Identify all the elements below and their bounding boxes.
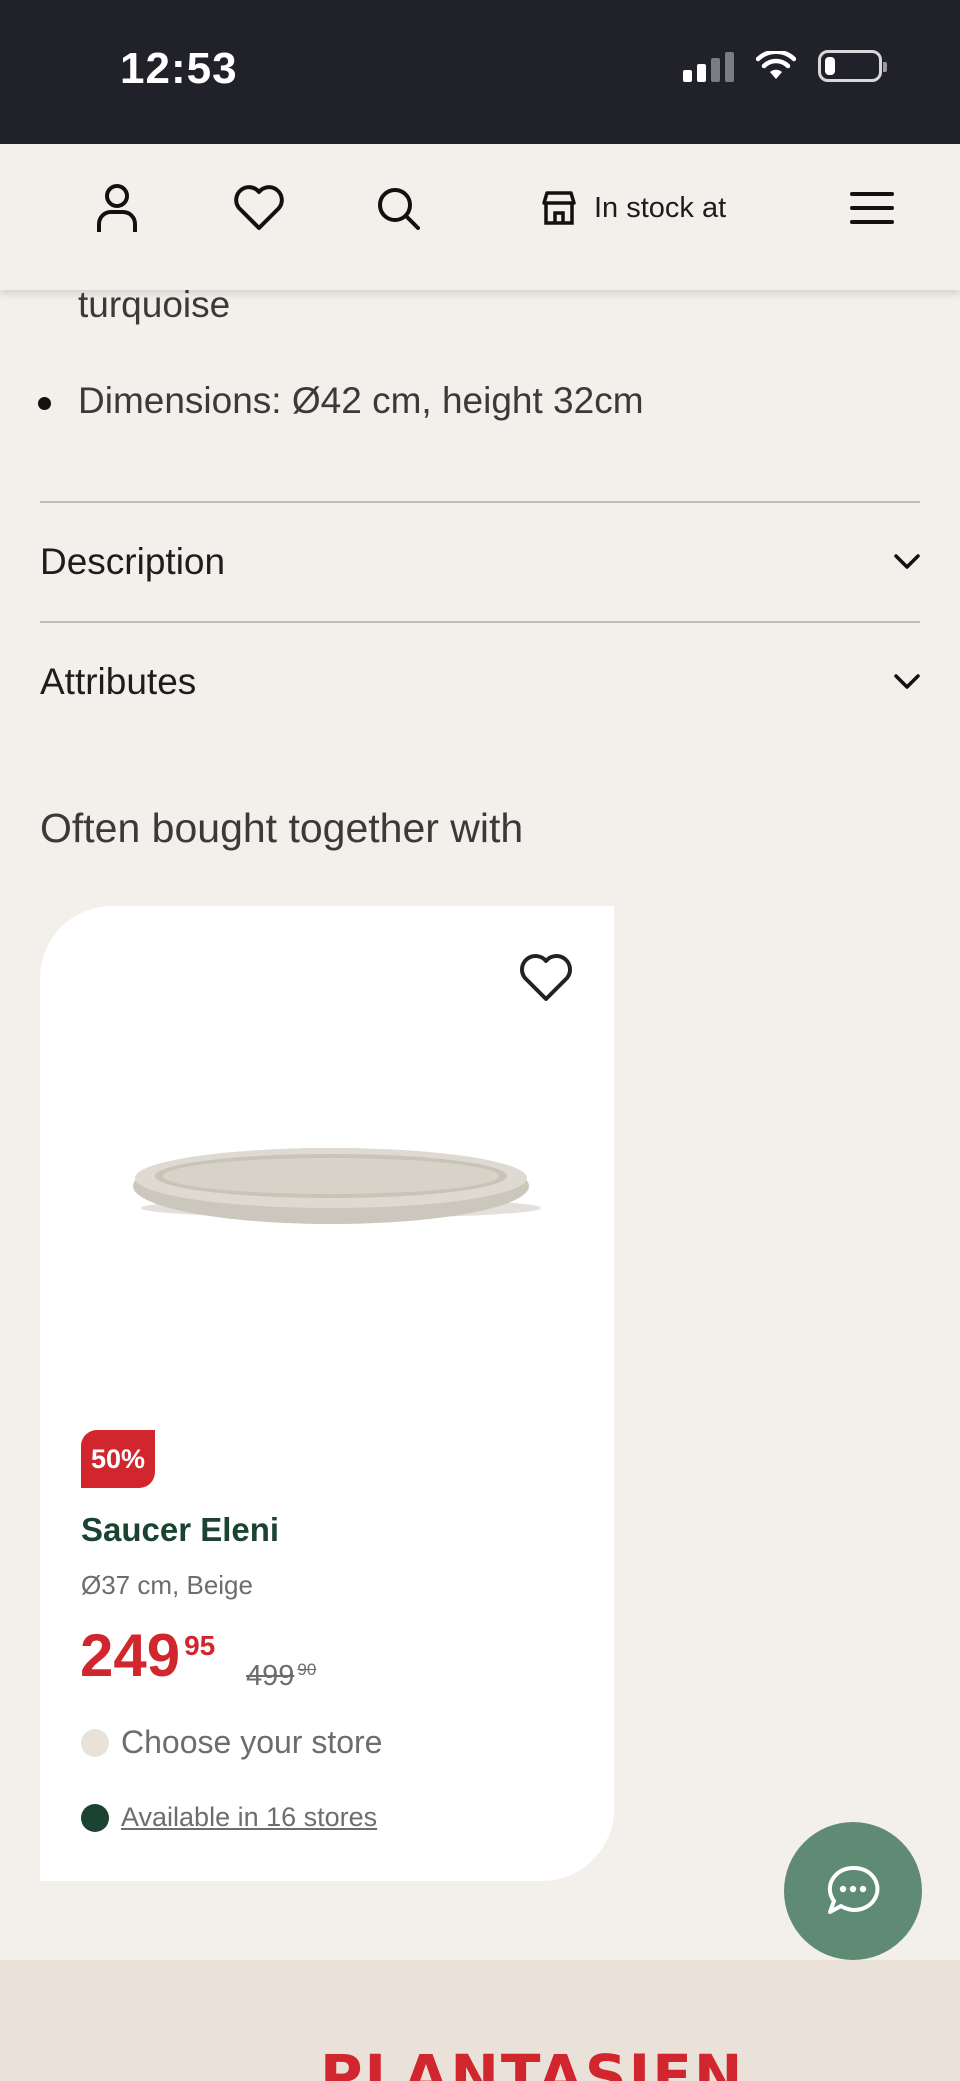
availability-dot xyxy=(81,1803,109,1832)
footer-logo: PLANTASJEN xyxy=(320,2042,745,2081)
sale-price-int: 249 xyxy=(80,1622,181,1689)
account-icon[interactable] xyxy=(89,180,145,236)
signal-icon xyxy=(683,50,734,82)
menu-icon[interactable] xyxy=(844,180,900,236)
footer: PLANTASJEN xyxy=(0,1960,960,2081)
original-price-int: 499 xyxy=(246,1660,295,1692)
heart-icon[interactable] xyxy=(231,180,287,236)
availability-link[interactable]: Available in 16 stores xyxy=(121,1802,377,1833)
original-price: 499 90 xyxy=(246,1660,316,1693)
product-subtitle: Ø37 cm, Beige xyxy=(81,1570,253,1600)
accordion-label: Attributes xyxy=(40,661,197,702)
accordion-description[interactable]: Description xyxy=(40,501,920,621)
search-icon[interactable] xyxy=(370,180,426,236)
accordion-attributes[interactable]: Attributes xyxy=(40,621,920,741)
top-nav: In stock at xyxy=(0,144,960,290)
availability-row: Available in 16 stores xyxy=(81,1802,377,1833)
chat-icon xyxy=(827,1865,880,1914)
product-image xyxy=(133,1148,541,1224)
spec-partial-line: turquoise xyxy=(78,284,231,325)
choose-store-row[interactable]: Choose your store xyxy=(81,1724,382,1761)
battery-icon xyxy=(818,50,887,82)
in-stock-label: In stock at xyxy=(594,191,727,224)
sale-price-dec: 95 xyxy=(184,1630,216,1661)
spec-dimensions: Dimensions: Ø42 cm, height 32cm xyxy=(78,380,644,421)
status-bar: 12:53 xyxy=(0,0,960,144)
original-price-dec: 90 xyxy=(297,1660,317,1679)
store-status-dot xyxy=(81,1728,109,1757)
accordion-label: Description xyxy=(40,541,226,582)
chevron-down-icon xyxy=(894,554,920,569)
heart-icon xyxy=(520,954,572,1001)
choose-store-label: Choose your store xyxy=(121,1724,383,1760)
favorite-button[interactable] xyxy=(514,946,578,1010)
product-name[interactable]: Saucer Eleni xyxy=(81,1511,279,1549)
product-card[interactable]: 50% Saucer Eleni Ø37 cm, Beige 249 95 49… xyxy=(40,906,614,1881)
section-title: Often bought together with xyxy=(40,805,524,851)
bullet-point xyxy=(38,397,51,410)
store-icon xyxy=(542,191,576,225)
discount-badge: 50% xyxy=(81,1430,156,1488)
chevron-down-icon xyxy=(894,674,920,689)
status-time: 12:53 xyxy=(120,44,238,93)
wifi-icon xyxy=(756,51,796,79)
sale-price: 249 95 xyxy=(80,1626,215,1686)
chat-button[interactable] xyxy=(784,1822,922,1960)
status-icons xyxy=(683,50,887,82)
in-stock-button[interactable]: In stock at xyxy=(540,180,726,236)
